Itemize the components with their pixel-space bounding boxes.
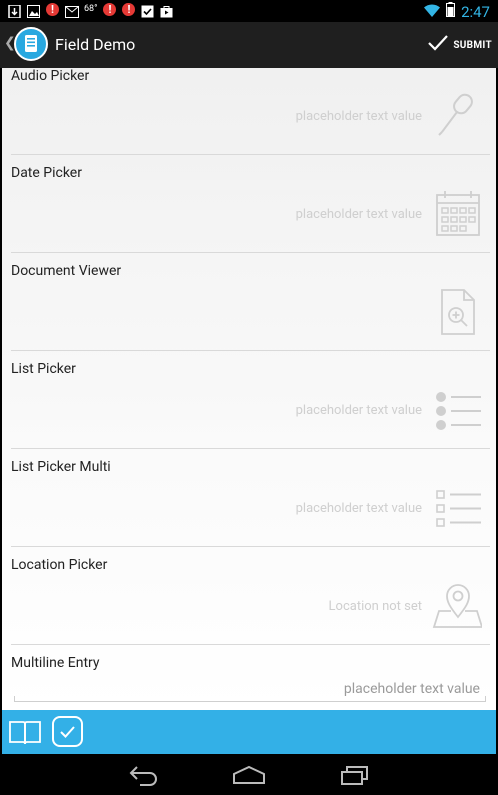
- field-value[interactable]: Location not set: [329, 599, 422, 614]
- weather-temperature: 68°: [84, 4, 98, 14]
- app-logo-icon[interactable]: [14, 27, 48, 61]
- field-location-picker[interactable]: Location Picker Location not set: [2, 547, 496, 644]
- field-document-viewer[interactable]: Document Viewer: [2, 253, 496, 350]
- field-value[interactable]: placeholder text value: [296, 403, 422, 418]
- battery-icon: [446, 2, 456, 21]
- multiline-input[interactable]: placeholder text value: [344, 681, 480, 697]
- field-value[interactable]: placeholder text value: [296, 501, 422, 516]
- submit-button[interactable]: SUBMIT: [427, 33, 492, 57]
- checkbox-list-icon[interactable]: [432, 483, 482, 533]
- bottom-toolbar: [2, 710, 496, 754]
- action-bar: ❮ Field Demo SUBMIT: [0, 22, 498, 68]
- field-label: Document Viewer: [11, 263, 122, 279]
- field-label: List Picker: [11, 361, 76, 377]
- back-icon[interactable]: [128, 764, 160, 790]
- field-list-picker[interactable]: List Picker placeholder text value: [2, 351, 496, 448]
- recent-apps-icon[interactable]: [340, 764, 370, 790]
- field-label: Location Picker: [11, 557, 108, 573]
- validate-button[interactable]: [52, 716, 83, 747]
- list-bullets-icon[interactable]: [432, 385, 482, 435]
- store-notification-icon: [160, 3, 173, 18]
- microphone-icon[interactable]: [432, 90, 482, 140]
- alert-icon: !: [122, 3, 136, 16]
- book-icon[interactable]: [9, 719, 41, 749]
- image-notification-icon: [27, 3, 40, 18]
- mail-notification-icon: [65, 3, 79, 18]
- alert-icon: !: [46, 3, 59, 16]
- form-content[interactable]: Audio Picker placeholder text value Date…: [2, 68, 496, 710]
- field-label: Date Picker: [11, 165, 82, 181]
- page-title: Field Demo: [55, 35, 136, 54]
- wifi-icon: [424, 2, 441, 21]
- status-clock: 2:47: [461, 2, 490, 21]
- map-pin-icon[interactable]: [432, 581, 484, 631]
- field-value[interactable]: placeholder text value: [296, 109, 422, 124]
- checkmark-icon: [54, 726, 81, 749]
- field-list-picker-multi[interactable]: List Picker Multi placeholder text value: [2, 449, 496, 546]
- system-nav-bar: [0, 754, 498, 795]
- field-value[interactable]: placeholder text value: [296, 207, 422, 222]
- field-audio-picker[interactable]: Audio Picker placeholder text value: [2, 68, 496, 154]
- field-label: Multiline Entry: [11, 655, 100, 671]
- calendar-icon[interactable]: [432, 189, 482, 239]
- document-zoom-icon[interactable]: [432, 287, 482, 337]
- field-multiline-entry[interactable]: Multiline Entry placeholder text value: [2, 645, 496, 710]
- status-bar: ! 68° ! ! 2:47: [0, 0, 498, 22]
- checklist-notification-icon: [141, 3, 154, 18]
- field-label: List Picker Multi: [11, 459, 111, 475]
- checkmark-icon: [427, 33, 449, 57]
- home-icon[interactable]: [232, 764, 266, 790]
- alert-icon: !: [103, 3, 117, 16]
- download-notification-icon: [8, 3, 21, 19]
- field-date-picker[interactable]: Date Picker placeholder text value: [2, 155, 496, 252]
- submit-label: SUBMIT: [453, 39, 492, 51]
- multiline-input-underline: [14, 696, 486, 702]
- field-label: Audio Picker: [11, 68, 90, 84]
